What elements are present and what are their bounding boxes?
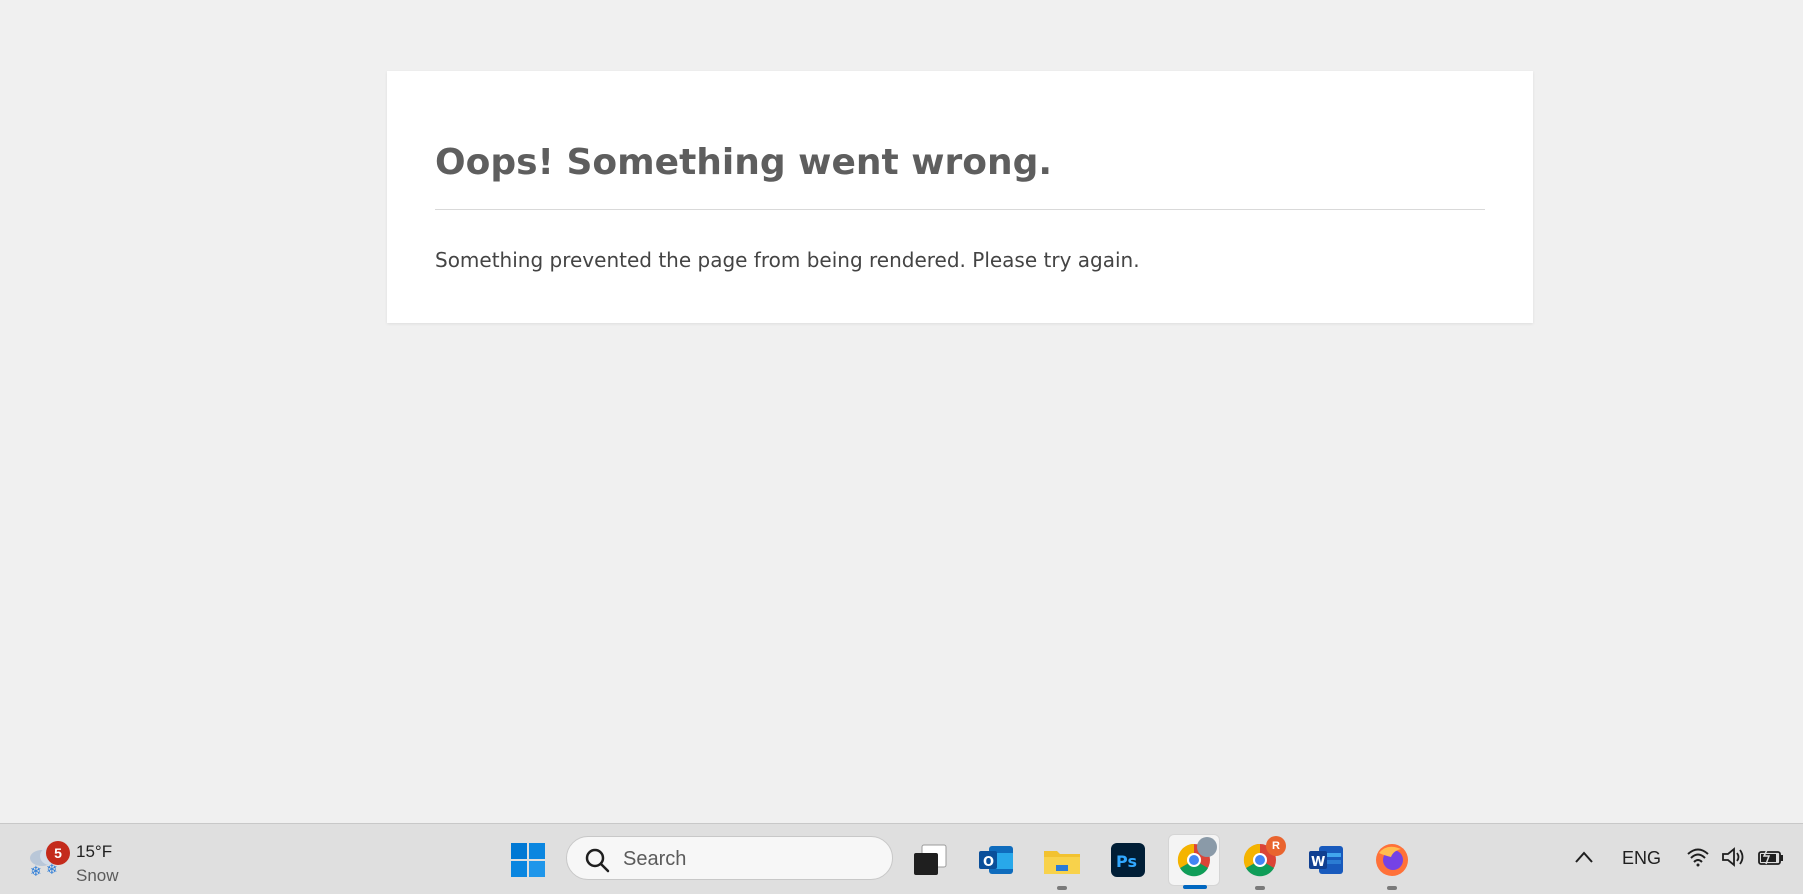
chrome-app-active[interactable]: [1168, 834, 1220, 889]
windows-start-icon: [511, 843, 545, 877]
file-explorer-icon: [1044, 851, 1080, 874]
browser-page: Oops! Something went wrong. Something pr…: [0, 0, 1803, 823]
start-button[interactable]: [502, 834, 554, 886]
battery-button[interactable]: [1756, 844, 1786, 870]
running-indicator: [1387, 886, 1397, 890]
file-explorer-app[interactable]: [1036, 834, 1088, 890]
svg-text:❄: ❄: [30, 864, 42, 878]
windows-taskbar: ❄ ❄ 5 15°F Snow O: [0, 823, 1803, 894]
error-message: Something prevented the page from being …: [435, 248, 1140, 272]
search-icon: [585, 848, 610, 873]
firefox-app[interactable]: [1366, 834, 1418, 890]
weather-notification-badge: 5: [46, 841, 70, 865]
profile-avatar-icon: [1197, 837, 1217, 857]
volume-icon: [1722, 847, 1744, 867]
weather-temperature: 15°F: [76, 842, 113, 861]
battery-icon: [1758, 847, 1783, 865]
weather-widget[interactable]: ❄ ❄ 5 15°F Snow: [26, 832, 136, 885]
error-card: Oops! Something went wrong. Something pr…: [387, 71, 1533, 323]
taskbar-search[interactable]: [566, 836, 893, 880]
photoshop-icon: Ps: [1111, 843, 1145, 877]
running-indicator: [1255, 886, 1265, 890]
chevron-up-icon: [1575, 851, 1593, 863]
firefox-icon: [1376, 844, 1408, 876]
error-title: Oops! Something went wrong.: [435, 71, 1485, 210]
network-button[interactable]: [1685, 844, 1711, 870]
svg-text:Ps: Ps: [1116, 852, 1137, 871]
language-indicator[interactable]: ENG: [1622, 848, 1661, 869]
svg-text:O: O: [983, 855, 994, 870]
profile-r-badge: R: [1266, 836, 1286, 856]
task-view-icon: [914, 844, 947, 875]
svg-text:W: W: [1311, 855, 1325, 870]
weather-condition: Snow: [76, 866, 119, 885]
outlook-icon: O: [979, 846, 1013, 874]
outlook-app[interactable]: O: [970, 834, 1022, 886]
photoshop-app[interactable]: Ps: [1102, 834, 1154, 886]
search-input[interactable]: [621, 844, 875, 874]
volume-button[interactable]: [1720, 844, 1746, 870]
show-hidden-icons-button[interactable]: [1572, 844, 1596, 870]
active-indicator: [1183, 885, 1207, 889]
word-app[interactable]: W: [1300, 834, 1352, 886]
running-indicator: [1057, 886, 1067, 890]
chrome-app-profile-r[interactable]: R: [1234, 834, 1286, 890]
wifi-icon: [1687, 848, 1709, 867]
word-icon: W: [1309, 846, 1343, 874]
task-view-button[interactable]: [904, 834, 956, 886]
